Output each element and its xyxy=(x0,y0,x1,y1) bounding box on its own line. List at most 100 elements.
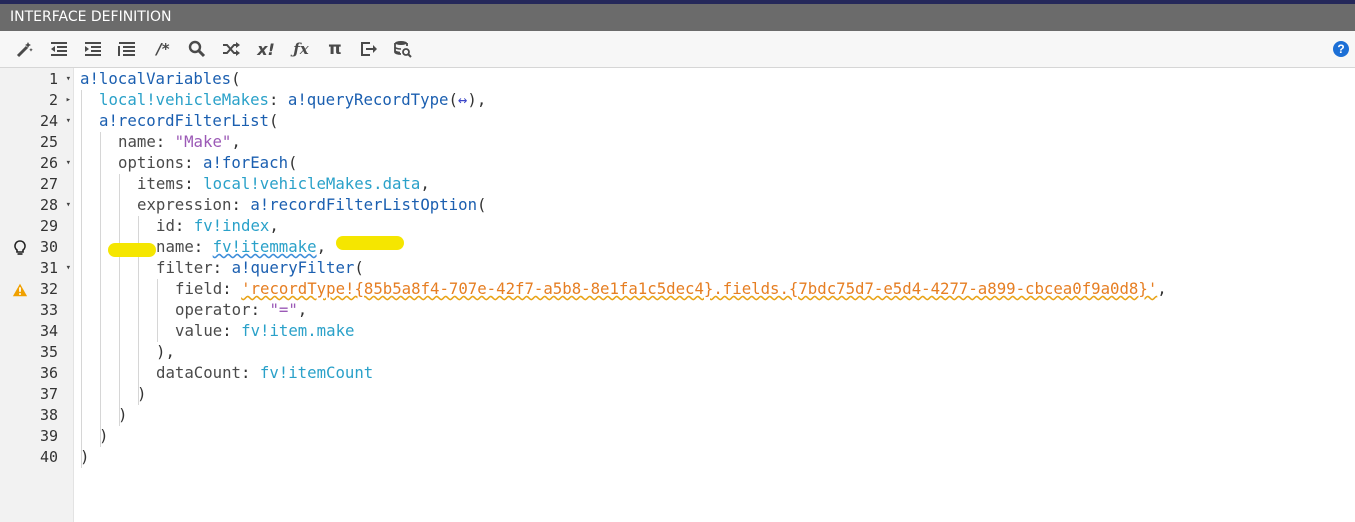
punctuation: : xyxy=(222,279,242,298)
punctuation: : xyxy=(231,195,251,214)
code-line-37: ) xyxy=(137,383,146,404)
punctuation: ( xyxy=(354,258,364,277)
line-number: 35 xyxy=(39,343,58,361)
gutter-line: 37 xyxy=(0,384,74,405)
database-search-icon[interactable] xyxy=(392,39,414,59)
variable-token: local!vehicleMakes xyxy=(99,90,270,109)
punctuation: ( xyxy=(231,69,241,88)
panel-title: INTERFACE DEFINITION xyxy=(10,9,172,25)
indent-guide xyxy=(157,279,158,342)
string-token: "=" xyxy=(269,300,298,319)
string-token: "Make" xyxy=(174,132,232,151)
magic-wand-icon[interactable] xyxy=(14,39,36,59)
indent-guide xyxy=(81,90,82,468)
gutter-line: 27 xyxy=(0,174,74,195)
lightbulb-icon[interactable] xyxy=(12,237,28,258)
fold-toggle-icon[interactable]: ▾ xyxy=(66,258,71,279)
fold-toggle-icon[interactable]: ▾ xyxy=(66,69,71,90)
code-line-39: ) xyxy=(99,425,108,446)
gutter-line: 25 xyxy=(0,132,74,153)
punctuation: : xyxy=(193,237,213,256)
punctuation: ( xyxy=(477,195,487,214)
function-token: a!queryRecordType xyxy=(287,90,449,109)
gutter-line: 1 ▾ xyxy=(0,69,74,90)
code-line-28: expression: a!recordFilterListOption( xyxy=(137,194,486,215)
indent-guide xyxy=(119,174,120,426)
list-icon[interactable] xyxy=(116,39,138,59)
outdent-icon[interactable] xyxy=(48,39,70,59)
fold-toggle-icon[interactable]: ▾ xyxy=(66,153,71,174)
fold-toggle-icon[interactable]: ▾ xyxy=(66,195,71,216)
string-token: 'recordType!{85b5a8f4-707e-42f7-a5b8-8e1… xyxy=(241,279,1158,298)
function-token: a!recordFilterList xyxy=(99,111,270,130)
pi-icon[interactable]: π xyxy=(324,39,346,59)
line-number: 25 xyxy=(39,133,58,151)
param-key: id xyxy=(156,216,175,235)
param-key: items xyxy=(137,174,185,193)
function-token: a!localVariables xyxy=(80,69,232,88)
gutter-line: 2 ▸ xyxy=(0,90,74,111)
param-key: name xyxy=(118,132,156,151)
variable-token: local!vehicleMakes.data xyxy=(203,174,421,193)
help-icon[interactable]: ? xyxy=(1333,41,1349,57)
code-line-30: name: fv!itemmake, xyxy=(156,236,326,257)
gutter-line: 24 ▾ xyxy=(0,111,74,132)
param-key: expression xyxy=(137,195,232,214)
punctuation: : xyxy=(241,363,260,382)
param-key: field xyxy=(175,279,223,298)
gutter-line: 30 xyxy=(0,237,74,258)
gutter-line: 38 xyxy=(0,405,74,426)
comment-icon[interactable]: /* xyxy=(152,39,174,59)
param-key: operator xyxy=(175,300,251,319)
gutter-line: 36 xyxy=(0,363,74,384)
fold-toggle-icon[interactable]: ▸ xyxy=(66,90,71,111)
punctuation: : xyxy=(184,153,204,172)
line-number-gutter: 1 ▾ 2 ▸ 24 ▾ 25 26 ▾ 27 28 ▾ 29 30 31 ▾ 32 33 … xyxy=(0,68,74,522)
line-number: 38 xyxy=(39,406,58,424)
line-number: 24 xyxy=(39,112,58,130)
collapsed-args-icon[interactable]: ↔ xyxy=(458,90,467,109)
punctuation: , xyxy=(269,216,279,235)
code-line-33: operator: "=", xyxy=(175,299,307,320)
code-line-1: a!localVariables( xyxy=(80,68,241,89)
punctuation: ) xyxy=(99,426,109,445)
code-line-27: items: local!vehicleMakes.data, xyxy=(137,173,430,194)
punctuation: : xyxy=(212,258,232,277)
code-line-36: dataCount: fv!itemCount xyxy=(156,362,373,383)
param-key: options xyxy=(118,153,185,172)
warning-icon[interactable] xyxy=(12,279,28,300)
line-number: 37 xyxy=(39,385,58,403)
gutter-line: 34 xyxy=(0,321,74,342)
gutter-line: 33 xyxy=(0,300,74,321)
line-number: 40 xyxy=(39,448,58,466)
variable-token: fv!item.make xyxy=(241,321,355,340)
line-number: 32 xyxy=(39,280,58,298)
param-key: value xyxy=(175,321,223,340)
code-line-26: options: a!forEach( xyxy=(118,152,297,173)
punctuation: ) xyxy=(80,447,90,466)
line-number: 27 xyxy=(39,175,58,193)
line-number: 30 xyxy=(39,238,58,256)
shuffle-icon[interactable] xyxy=(220,39,242,59)
code-editor[interactable]: a!localVariables( local!vehicleMakes: a!… xyxy=(80,68,1350,522)
punctuation: ) xyxy=(137,384,147,403)
code-line-29: id: fv!index, xyxy=(156,215,279,236)
x-bang-icon[interactable]: x! xyxy=(255,39,277,59)
search-icon[interactable] xyxy=(186,39,208,59)
punctuation: , xyxy=(420,174,430,193)
fx-icon[interactable]: ƒx xyxy=(290,39,312,59)
export-icon[interactable] xyxy=(358,39,380,59)
gutter-line: 26 ▾ xyxy=(0,153,74,174)
fold-toggle-icon[interactable]: ▾ xyxy=(66,111,71,132)
gutter-line: 29 xyxy=(0,216,74,237)
punctuation: , xyxy=(1157,279,1167,298)
code-line-35: ), xyxy=(156,341,175,362)
punctuation: ), xyxy=(156,342,175,361)
punctuation: , xyxy=(297,300,308,319)
code-line-2: local!vehicleMakes: a!queryRecordType(↔)… xyxy=(99,89,486,110)
punctuation: ( xyxy=(288,153,298,172)
indent-icon[interactable] xyxy=(82,39,104,59)
line-number: 2 xyxy=(48,91,58,109)
punctuation: : xyxy=(269,90,288,109)
punctuation: , xyxy=(316,237,327,256)
